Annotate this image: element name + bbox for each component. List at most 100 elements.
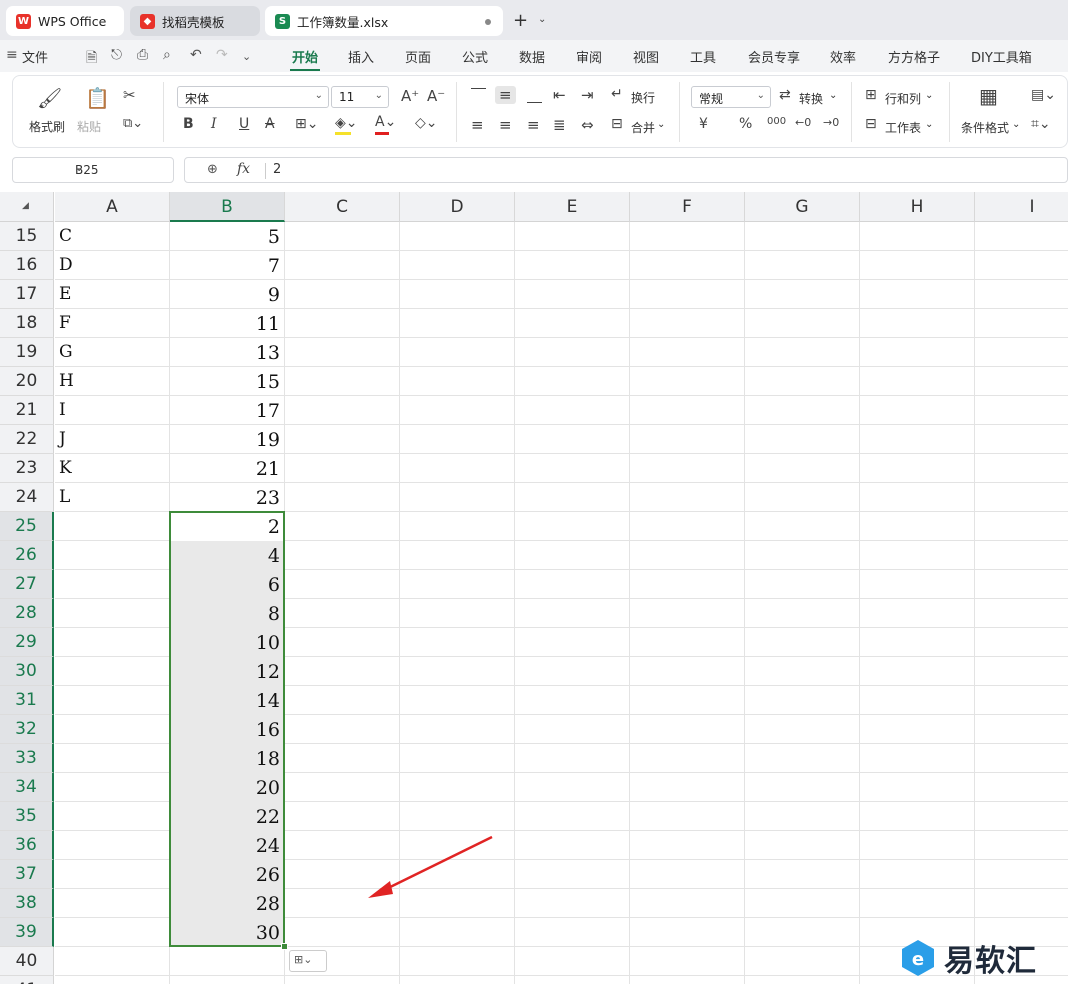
row-header[interactable]: 29: [0, 628, 54, 657]
cell-b[interactable]: 9: [170, 280, 284, 309]
column-header-a[interactable]: A: [55, 192, 170, 222]
align-center-icon[interactable]: ≡: [499, 116, 512, 134]
wrap-text-button[interactable]: 换行: [631, 89, 655, 106]
cell-a[interactable]: [55, 889, 169, 918]
cell-a[interactable]: [55, 918, 169, 947]
font-shrink-icon[interactable]: A⁻: [427, 87, 445, 105]
cell-a[interactable]: [55, 773, 169, 802]
cell-a[interactable]: [55, 802, 169, 831]
fx-icon[interactable]: fx: [237, 161, 250, 177]
row-header[interactable]: 18: [0, 309, 54, 338]
cell-a[interactable]: E: [55, 280, 169, 309]
border-icon[interactable]: ⊞⌄: [295, 116, 318, 132]
tab-docer-templates[interactable]: ◆ 找稻壳模板: [130, 6, 260, 36]
cell-b[interactable]: 23: [170, 483, 284, 512]
select-all-corner[interactable]: ◢: [0, 192, 54, 222]
convert-button[interactable]: 转换: [799, 90, 823, 107]
row-header[interactable]: 23: [0, 454, 54, 483]
column-header-h[interactable]: H: [860, 192, 975, 222]
cell-a[interactable]: K: [55, 454, 169, 483]
print-preview-icon[interactable]: ⌕: [163, 47, 171, 63]
merge-cells-icon[interactable]: ⊟: [611, 116, 623, 132]
menu-diy-toolbox[interactable]: DIY工具箱: [971, 47, 1032, 66]
paste-button[interactable]: 粘贴: [77, 118, 101, 135]
row-header[interactable]: 16: [0, 251, 54, 280]
currency-button[interactable]: ¥: [699, 116, 708, 132]
cell-a[interactable]: [55, 976, 169, 984]
cell-a[interactable]: L: [55, 483, 169, 512]
align-bottom-icon[interactable]: ⎽: [527, 86, 542, 104]
cell-a[interactable]: [55, 512, 169, 541]
wrap-text-icon[interactable]: ↵: [611, 86, 623, 102]
cell-a[interactable]: [55, 715, 169, 744]
share-icon[interactable]: ⎋: [111, 47, 122, 63]
cell-b[interactable]: 11: [170, 309, 284, 338]
column-header-i[interactable]: I: [975, 192, 1068, 222]
justify-icon[interactable]: ≣: [553, 116, 566, 134]
undo-icon[interactable]: ↶: [190, 47, 202, 63]
row-header[interactable]: 25: [0, 512, 54, 541]
cell-a[interactable]: J: [55, 425, 169, 454]
tab-workbook[interactable]: S 工作簿数量.xlsx: [265, 6, 503, 36]
convert-icon[interactable]: ⇄: [779, 87, 791, 103]
indent-decrease-icon[interactable]: ⇤: [553, 86, 566, 104]
row-header[interactable]: 17: [0, 280, 54, 309]
row-header[interactable]: 24: [0, 483, 54, 512]
merge-cells-button[interactable]: 合并: [631, 119, 655, 136]
cell-a[interactable]: [55, 860, 169, 889]
cell-a[interactable]: [55, 599, 169, 628]
chevron-down-icon[interactable]: ⌄: [538, 14, 546, 25]
cell-a[interactable]: [55, 744, 169, 773]
menu-efficiency[interactable]: 效率: [830, 47, 856, 66]
fill-handle[interactable]: [281, 943, 288, 950]
row-header[interactable]: 28: [0, 599, 54, 628]
row-header[interactable]: 33: [0, 744, 54, 773]
table-style-icon[interactable]: ▤⌄: [1031, 87, 1056, 103]
new-tab-plus-icon[interactable]: +: [513, 10, 528, 31]
cell-a[interactable]: [55, 628, 169, 657]
menu-home[interactable]: 开始: [292, 47, 318, 66]
row-header[interactable]: 20: [0, 367, 54, 396]
chevron-down-icon[interactable]: ⌄: [1012, 119, 1020, 130]
underline-button[interactable]: U: [239, 116, 249, 132]
cell-b[interactable]: 15: [170, 367, 284, 396]
worksheet-icon[interactable]: ⊟: [865, 116, 877, 132]
row-header[interactable]: 21: [0, 396, 54, 425]
thousands-button[interactable]: 000: [767, 116, 786, 127]
font-size-select[interactable]: 11 ⌄: [331, 86, 389, 108]
row-header[interactable]: 27: [0, 570, 54, 599]
row-header[interactable]: 40: [0, 947, 54, 976]
cell-a[interactable]: [55, 541, 169, 570]
fill-color-icon[interactable]: ◈⌄: [335, 115, 358, 131]
column-header-e[interactable]: E: [515, 192, 630, 222]
paste-icon[interactable]: 📋: [85, 86, 110, 110]
column-header-f[interactable]: F: [630, 192, 745, 222]
font-color-icon[interactable]: A⌄: [375, 114, 396, 130]
print-icon[interactable]: ⎙: [137, 47, 148, 63]
chevron-down-icon[interactable]: ⌄: [242, 50, 251, 63]
cell-a[interactable]: C: [55, 222, 169, 251]
row-header[interactable]: 35: [0, 802, 54, 831]
row-header[interactable]: 36: [0, 831, 54, 860]
menu-member[interactable]: 会员专享: [748, 47, 800, 66]
row-header[interactable]: 34: [0, 773, 54, 802]
spreadsheet-grid[interactable]: ◢ ABCDEFGHI 15 C 5 16 D 7 17 E 9 18 F 11 19 G 13 20 H 15 2…: [0, 192, 1068, 984]
align-top-icon[interactable]: ⎺: [471, 86, 486, 104]
cell-a[interactable]: [55, 657, 169, 686]
strikethrough-icon[interactable]: A: [265, 116, 275, 132]
font-grow-icon[interactable]: A⁺: [401, 87, 419, 105]
menu-page[interactable]: 页面: [405, 47, 431, 66]
cell-a[interactable]: [55, 831, 169, 860]
column-header-g[interactable]: G: [745, 192, 860, 222]
cell-b[interactable]: 7: [170, 251, 284, 280]
row-header[interactable]: 41: [0, 976, 54, 984]
chevron-down-icon[interactable]: ⌄: [925, 119, 933, 130]
row-header[interactable]: 19: [0, 338, 54, 367]
cell-b[interactable]: 17: [170, 396, 284, 425]
percent-button[interactable]: %: [739, 116, 752, 132]
align-middle-icon[interactable]: ≡: [495, 86, 516, 104]
row-header[interactable]: 22: [0, 425, 54, 454]
indent-increase-icon[interactable]: ⇥: [581, 86, 594, 104]
chevron-down-icon[interactable]: ⌄: [925, 90, 933, 101]
number-format-select[interactable]: 常规 ⌄: [691, 86, 771, 108]
